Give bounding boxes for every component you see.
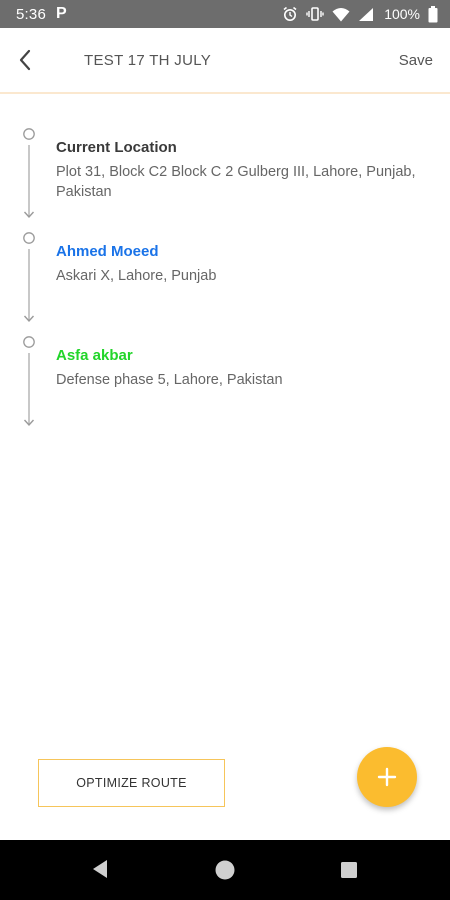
back-chevron-icon xyxy=(19,49,31,71)
status-time: 5:36 xyxy=(16,5,46,23)
save-button[interactable]: Save xyxy=(399,52,433,69)
stop-name: Asfa akbar xyxy=(56,347,133,364)
signal-icon xyxy=(358,7,374,22)
battery-percent: 100% xyxy=(384,6,420,22)
app-bar: TEST 17 TH JULY Save xyxy=(0,28,450,94)
stop-marker-icon xyxy=(23,128,35,140)
route-connector xyxy=(22,336,36,436)
route-connector xyxy=(22,128,36,228)
wifi-icon xyxy=(332,7,350,22)
back-button[interactable] xyxy=(12,46,38,74)
home-circle-icon xyxy=(215,860,235,880)
plus-icon xyxy=(377,767,397,787)
stop-marker-icon xyxy=(23,336,35,348)
stop-name: Ahmed Moeed xyxy=(56,243,159,260)
nav-home-button[interactable] xyxy=(214,859,236,886)
stop-name: Current Location xyxy=(56,139,177,156)
status-right: 100% xyxy=(282,5,438,23)
app-notification-icon: P xyxy=(56,5,67,22)
add-stop-button[interactable] xyxy=(357,747,417,807)
battery-icon xyxy=(428,5,438,23)
status-left: 5:36 P xyxy=(16,5,67,23)
status-bar: 5:36 P 100% xyxy=(0,0,450,28)
system-nav-bar xyxy=(0,840,450,900)
stop-address: Askari X, Lahore, Punjab xyxy=(56,268,217,284)
stop-address: Defense phase 5, Lahore, Pakistan xyxy=(56,372,283,388)
back-triangle-icon xyxy=(93,860,107,878)
stop-address: Plot 31, Block C2 Block C 2 Gulberg III,… xyxy=(56,164,416,200)
route-connector xyxy=(22,232,36,332)
recents-square-icon xyxy=(341,862,357,878)
page-title: TEST 17 TH JULY xyxy=(84,52,212,69)
alarm-icon xyxy=(282,6,298,22)
nav-back-button[interactable] xyxy=(90,858,110,885)
optimize-route-button[interactable]: OPTIMIZE ROUTE xyxy=(38,759,225,807)
nav-recents-button[interactable] xyxy=(340,861,358,884)
vibrate-icon xyxy=(306,6,324,22)
stop-marker-icon xyxy=(23,232,35,244)
